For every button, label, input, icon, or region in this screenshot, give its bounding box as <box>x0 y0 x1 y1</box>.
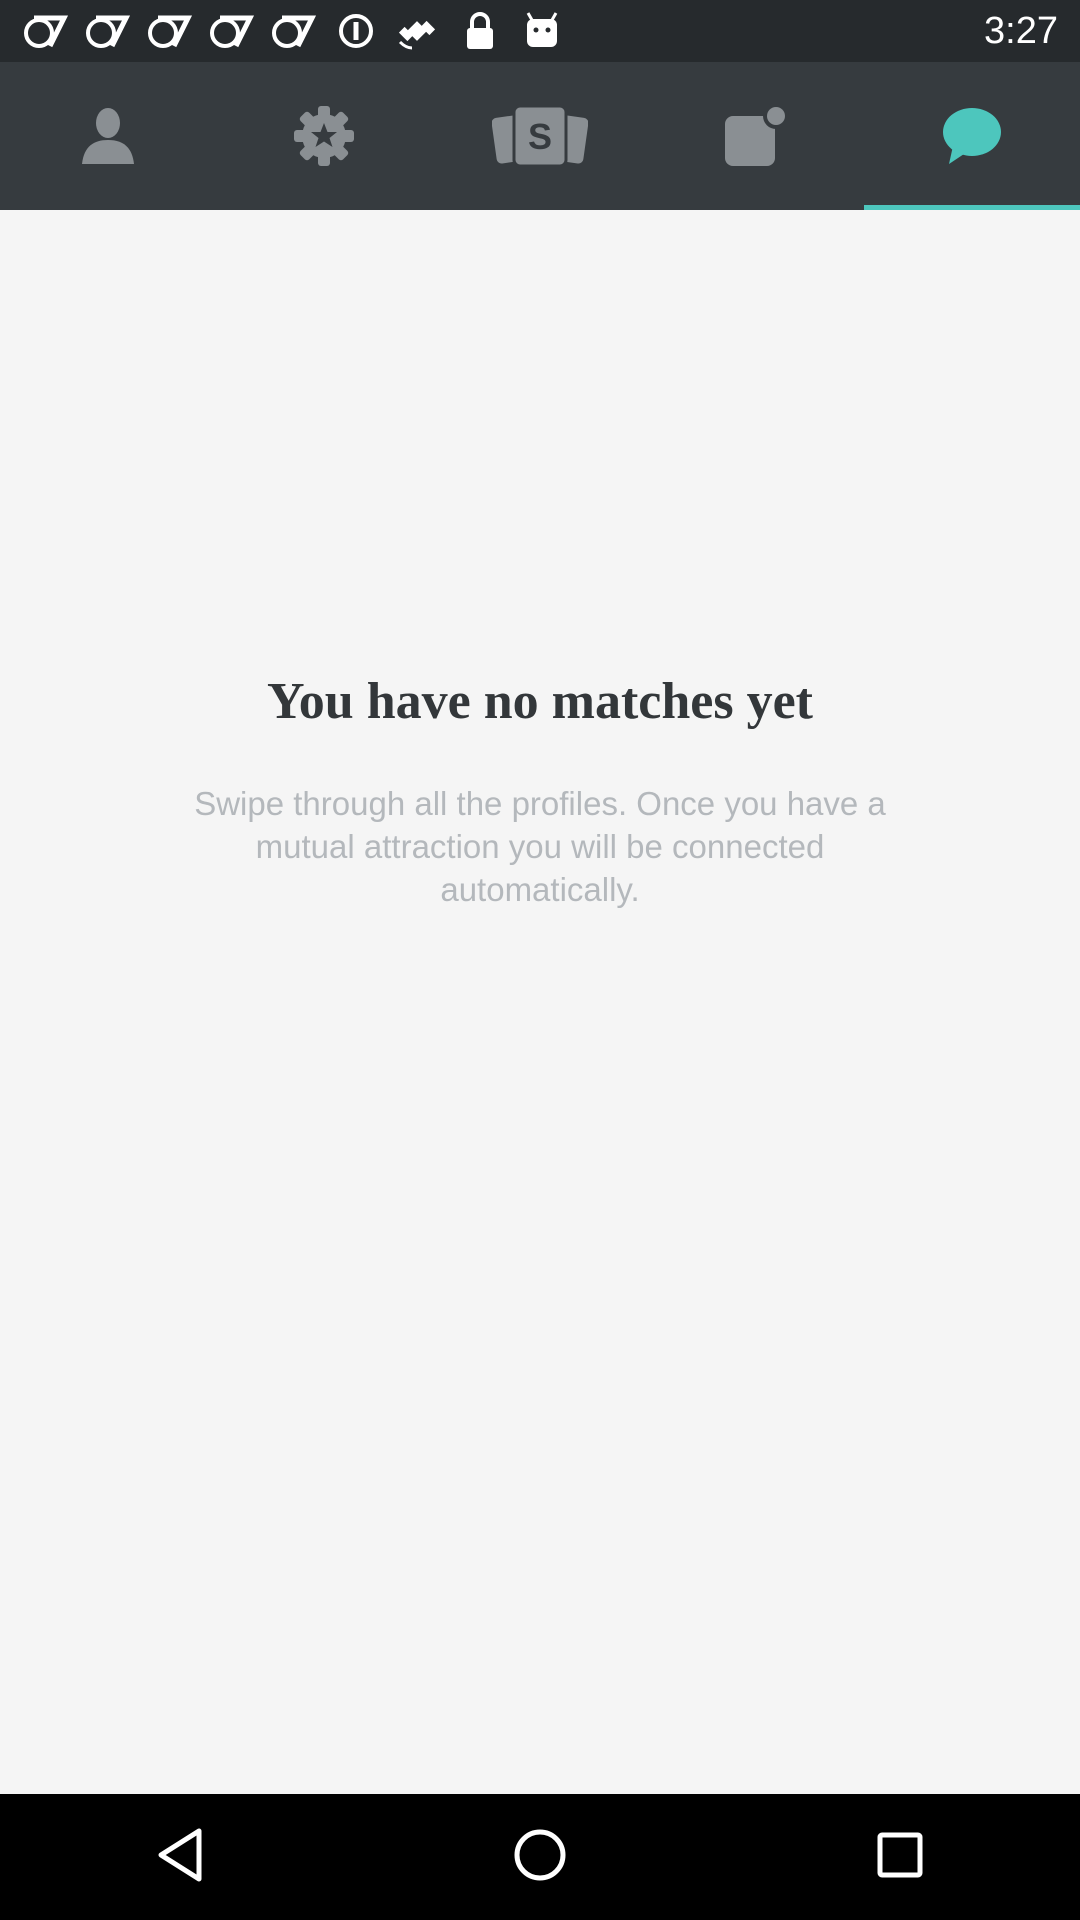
screen: 3:27 S You have no matches yet Swipe thr… <box>0 0 1080 1920</box>
profile-icon <box>80 106 136 166</box>
matches-empty-state <box>0 210 1080 1794</box>
empty-state-message: Swipe through all the profiles. Once you… <box>194 785 886 908</box>
recents-icon <box>877 1832 923 1883</box>
tab-profile[interactable] <box>0 62 216 210</box>
notification-icons <box>24 10 564 52</box>
empty-state-title: You have no matches yet <box>267 673 813 730</box>
navigation-bar <box>0 1794 1080 1920</box>
abc7-icon <box>210 12 254 50</box>
tab-cards[interactable]: S <box>432 62 648 210</box>
recents-button[interactable] <box>840 1797 960 1917</box>
abc7-icon <box>272 12 316 50</box>
clock: 3:27 <box>984 10 1058 52</box>
lock-icon <box>458 12 502 50</box>
android-icon <box>520 12 564 50</box>
settings-star-icon <box>294 106 354 166</box>
chat-icon <box>941 106 1003 166</box>
status-bar: 3:27 <box>0 0 1080 62</box>
tab-notifications[interactable] <box>648 62 864 210</box>
tab-settings[interactable] <box>216 62 432 210</box>
home-button[interactable] <box>480 1797 600 1917</box>
cards-icon: S <box>492 104 588 168</box>
abc7-icon <box>86 12 130 50</box>
info-icon <box>334 12 378 50</box>
tab-chat[interactable] <box>864 62 1080 210</box>
back-button[interactable] <box>120 1797 240 1917</box>
home-icon <box>513 1828 567 1887</box>
back-icon <box>155 1827 205 1888</box>
abc7-icon <box>24 12 68 50</box>
abc7-icon <box>148 12 192 50</box>
fake-gps-icon <box>396 12 440 50</box>
svg-text:S: S <box>528 116 552 157</box>
notifications-icon <box>723 104 789 168</box>
tab-bar: S <box>0 62 1080 210</box>
